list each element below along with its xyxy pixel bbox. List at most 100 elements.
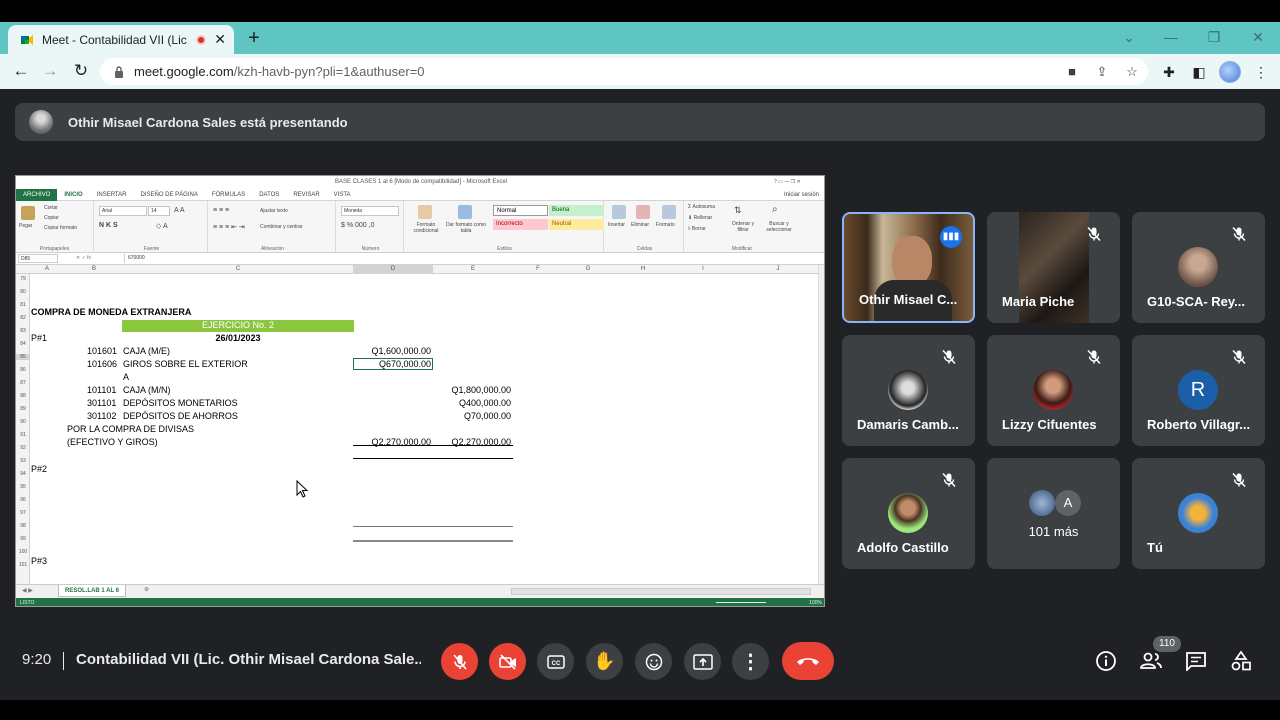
row-header[interactable]: 87 [16, 380, 30, 386]
number-format-select[interactable]: Moneda [341, 206, 399, 216]
people-button[interactable] [1139, 649, 1163, 673]
tab-close-icon[interactable]: ✕ [214, 31, 226, 48]
row-header[interactable]: 96 [16, 497, 30, 503]
align-top-icons[interactable]: ≡ ≡ ≡ [213, 207, 229, 214]
excel-tab-vista[interactable]: VISTA [327, 189, 358, 201]
copy-button[interactable]: Copiar [44, 215, 59, 221]
row-header[interactable]: 98 [16, 523, 30, 529]
find-select-icon[interactable]: ⌕ [772, 204, 778, 215]
participant-tile[interactable]: Damaris Camb... [842, 335, 975, 446]
col-f[interactable]: F [513, 265, 563, 274]
row-header[interactable]: 91 [16, 432, 30, 438]
style-neutral[interactable]: Neutral [549, 219, 604, 230]
zoom-slider[interactable] [716, 602, 766, 603]
col-g[interactable]: G [563, 265, 613, 274]
excel-tab-archivo[interactable]: ARCHIVO [16, 188, 58, 201]
col-b[interactable]: B [64, 265, 124, 274]
excel-tab-diseno[interactable]: DISEÑO DE PÁGINA [133, 189, 204, 201]
row-header[interactable]: 99 [16, 536, 30, 542]
insert-cells-icon[interactable] [612, 205, 626, 219]
chat-button[interactable] [1184, 649, 1208, 673]
sheet-tab-active[interactable]: RESOL.LAB 1 AL 6 [58, 585, 127, 597]
row-header[interactable]: 82 [16, 315, 30, 321]
participant-tile[interactable]: Lizzy Cifuentes [987, 335, 1120, 446]
excel-tab-revisar[interactable]: REVISAR [286, 189, 326, 201]
style-buena[interactable]: Buena [549, 205, 604, 216]
bold-italic-underline-icon[interactable]: N K S [99, 222, 118, 229]
participant-tile[interactable]: G10-SCA- Rey... [1132, 212, 1265, 323]
leave-call-button[interactable] [782, 642, 834, 680]
row-header[interactable]: 86 [16, 367, 30, 373]
excel-signin[interactable]: Iniciar sesión [777, 189, 824, 201]
new-tab-button[interactable]: + [244, 27, 264, 49]
reactions-button[interactable] [635, 643, 672, 680]
merge-center-button[interactable]: Combinar y centrar [260, 224, 303, 230]
row-header[interactable]: 97 [16, 510, 30, 516]
conditional-format-icon[interactable] [418, 205, 432, 219]
browser-tab[interactable]: Meet - Contabilidad VII (Lic. ✕ [8, 25, 234, 54]
fill-button[interactable]: ⬇ Rellenar [688, 215, 712, 221]
wrap-text-button[interactable]: Ajustar texto [260, 208, 288, 214]
row-header[interactable]: 79 [16, 276, 30, 282]
delete-cells-icon[interactable] [636, 205, 650, 219]
row-header[interactable]: 88 [16, 393, 30, 399]
row-header[interactable]: 100 [16, 549, 30, 555]
participant-tile[interactable]: Adolfo Castillo [842, 458, 975, 569]
present-button[interactable] [684, 643, 721, 680]
cut-button[interactable]: Cortar [44, 205, 58, 211]
participant-tile[interactable]: A 101 más [987, 458, 1120, 569]
row-header[interactable]: 85 [16, 354, 30, 360]
restore-button[interactable]: ❐ [1199, 26, 1229, 48]
back-button[interactable]: ← [9, 60, 33, 82]
profile-avatar[interactable] [1219, 61, 1241, 83]
row-header[interactable]: 80 [16, 289, 30, 295]
sheet-nav-icons[interactable]: ◀ ▶ [22, 587, 33, 594]
excel-tab-insertar[interactable]: INSERTAR [90, 189, 134, 201]
table-format-icon[interactable] [458, 205, 472, 219]
copy-format-button[interactable]: Copiar formato [44, 225, 77, 231]
font-grow-shrink-icon[interactable]: A A [174, 207, 185, 214]
excel-tab-inicio[interactable]: INICIO [57, 189, 89, 201]
captions-button[interactable]: CC [537, 643, 574, 680]
minimize-button[interactable]: — [1156, 26, 1186, 48]
participant-tile[interactable]: Maria Piche [987, 212, 1120, 323]
row-header[interactable]: 94 [16, 471, 30, 477]
participant-tile[interactable]: R Roberto Villagr... [1132, 335, 1265, 446]
meeting-details-button[interactable] [1094, 649, 1118, 673]
autosum-button[interactable]: Σ Autosuma [688, 204, 715, 210]
zoom-level[interactable]: 100% [809, 598, 822, 606]
excel-vertical-scrollbar[interactable] [818, 265, 824, 584]
row-header[interactable]: 101 [16, 562, 30, 568]
row-header[interactable]: 95 [16, 484, 30, 490]
excel-tab-formulas[interactable]: FÓRMULAS [205, 189, 252, 201]
bookmark-star-icon[interactable]: ☆ [1123, 63, 1141, 81]
participant-tile[interactable]: ▮▮▮ Othir Misael C... [842, 212, 975, 323]
formula-input[interactable]: 670000 [124, 254, 824, 263]
side-panel-icon[interactable]: ◧ [1188, 61, 1210, 83]
extensions-icon[interactable]: ✚ [1158, 61, 1180, 83]
tab-search-icon[interactable]: ⌄ [1114, 26, 1144, 48]
chrome-menu-icon[interactable]: ⋮ [1250, 61, 1272, 83]
reload-button[interactable]: ↻ [69, 60, 93, 82]
camera-button[interactable] [489, 643, 526, 680]
share-icon[interactable]: ⇪ [1093, 63, 1111, 81]
activities-button[interactable] [1229, 649, 1253, 673]
address-bar[interactable]: meet.google.com/kzh-havb-pyn?pli=1&authu… [100, 58, 1148, 85]
row-header[interactable]: 81 [16, 302, 30, 308]
col-j[interactable]: J [733, 265, 823, 274]
font-size-select[interactable]: 14 [148, 206, 170, 216]
row-header[interactable]: 90 [16, 419, 30, 425]
name-box[interactable]: D85 [18, 254, 58, 263]
row-header[interactable]: 83 [16, 328, 30, 334]
col-d[interactable]: D [353, 265, 433, 274]
row-header[interactable]: 84 [16, 341, 30, 347]
excel-tab-datos[interactable]: DATOS [252, 189, 286, 201]
more-options-button[interactable]: ⋮ [732, 643, 769, 680]
camera-icon[interactable]: ■ [1063, 63, 1081, 81]
style-incorrecto[interactable]: Incorrecto [493, 219, 548, 230]
col-c[interactable]: C [124, 265, 352, 274]
excel-horizontal-scrollbar[interactable] [511, 588, 811, 595]
col-a[interactable]: A [30, 265, 64, 274]
col-h[interactable]: H [613, 265, 673, 274]
style-normal[interactable]: Normal [493, 205, 548, 216]
